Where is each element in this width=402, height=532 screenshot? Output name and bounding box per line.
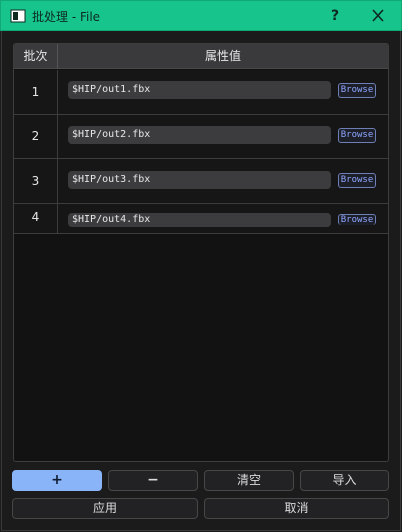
browse-button[interactable]: Browse — [338, 173, 376, 188]
apply-button[interactable]: 应用 — [12, 498, 198, 519]
batch-table: 批次 属性值 1 $HIP/out1.fbx Browse 2 $HIP/out… — [13, 43, 389, 462]
path-field[interactable]: $HIP/out1.fbx — [68, 81, 331, 99]
clear-button[interactable]: 清空 — [204, 470, 294, 491]
row-index: 3 — [14, 159, 58, 203]
table-row[interactable]: 1 $HIP/out1.fbx Browse — [14, 70, 388, 115]
import-button[interactable]: 导入 — [300, 470, 389, 491]
table-header: 批次 属性值 — [14, 44, 388, 69]
close-button[interactable] — [366, 5, 390, 27]
title-bar[interactable]: 批处理 - File ? — [0, 0, 402, 31]
path-field[interactable]: $HIP/out2.fbx — [68, 126, 331, 144]
path-field[interactable]: $HIP/out4.fbx — [68, 213, 331, 227]
browse-button[interactable]: Browse — [338, 83, 376, 98]
table-row[interactable]: 3 $HIP/out3.fbx Browse — [14, 159, 388, 204]
remove-row-button[interactable]: − — [108, 470, 198, 491]
close-icon — [372, 9, 384, 22]
browse-button[interactable]: Browse — [338, 214, 376, 225]
row-index: 4 — [14, 204, 58, 233]
path-field[interactable]: $HIP/out3.fbx — [68, 171, 331, 189]
table-row[interactable]: 4 $HIP/out4.fbx Browse — [14, 204, 388, 234]
add-row-button[interactable]: + — [12, 470, 102, 491]
table-row[interactable]: 2 $HIP/out2.fbx Browse — [14, 115, 388, 159]
window-title: 批处理 - File — [32, 10, 101, 24]
row-index: 1 — [14, 70, 58, 114]
browse-button[interactable]: Browse — [338, 128, 376, 143]
header-batch[interactable]: 批次 — [14, 44, 58, 69]
help-button[interactable]: ? — [325, 5, 345, 27]
header-value[interactable]: 属性值 — [58, 44, 388, 69]
row-index: 2 — [14, 115, 58, 158]
cancel-button[interactable]: 取消 — [204, 498, 389, 519]
window-app-icon — [10, 8, 26, 24]
